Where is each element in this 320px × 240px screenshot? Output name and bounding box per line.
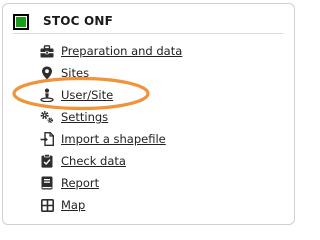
brand-logo-fill <box>16 17 26 27</box>
menu-item-label[interactable]: Sites <box>61 66 89 80</box>
menu-item-map[interactable]: Map <box>40 194 280 216</box>
map-pin-icon <box>40 66 54 80</box>
menu-item-sites[interactable]: Sites <box>40 62 280 84</box>
menu-item-preparation-and-data[interactable]: Preparation and data <box>40 40 280 62</box>
navigation-menu: Preparation and data Sites User/Site Set… <box>40 40 280 216</box>
menu-item-label[interactable]: Check data <box>61 154 126 168</box>
brand-logo-square <box>13 14 29 30</box>
gears-icon <box>40 110 54 124</box>
menu-item-import-shapefile[interactable]: Import a shapefile <box>40 128 280 150</box>
menu-item-label[interactable]: Preparation and data <box>61 44 182 58</box>
panel-title: STOC ONF <box>43 14 114 28</box>
page: STOC ONF Preparation and data Sites User… <box>0 0 300 229</box>
menu-item-user-site[interactable]: User/Site <box>40 84 280 106</box>
user-location-icon <box>40 88 54 102</box>
menu-item-report[interactable]: Report <box>40 172 280 194</box>
clipboard-check-icon <box>40 154 54 168</box>
book-icon <box>40 176 54 190</box>
menu-item-label[interactable]: Map <box>61 198 85 212</box>
import-file-icon <box>40 132 54 146</box>
menu-item-label[interactable]: Report <box>61 176 99 190</box>
panel-header: STOC ONF <box>13 11 283 34</box>
menu-item-settings[interactable]: Settings <box>40 106 280 128</box>
menu-item-label[interactable]: Settings <box>61 110 108 124</box>
menu-item-check-data[interactable]: Check data <box>40 150 280 172</box>
menu-item-label[interactable]: Import a shapefile <box>61 132 166 146</box>
menu-item-label[interactable]: User/Site <box>61 88 113 102</box>
grid-map-icon <box>40 198 54 212</box>
toolbox-icon <box>40 44 54 58</box>
